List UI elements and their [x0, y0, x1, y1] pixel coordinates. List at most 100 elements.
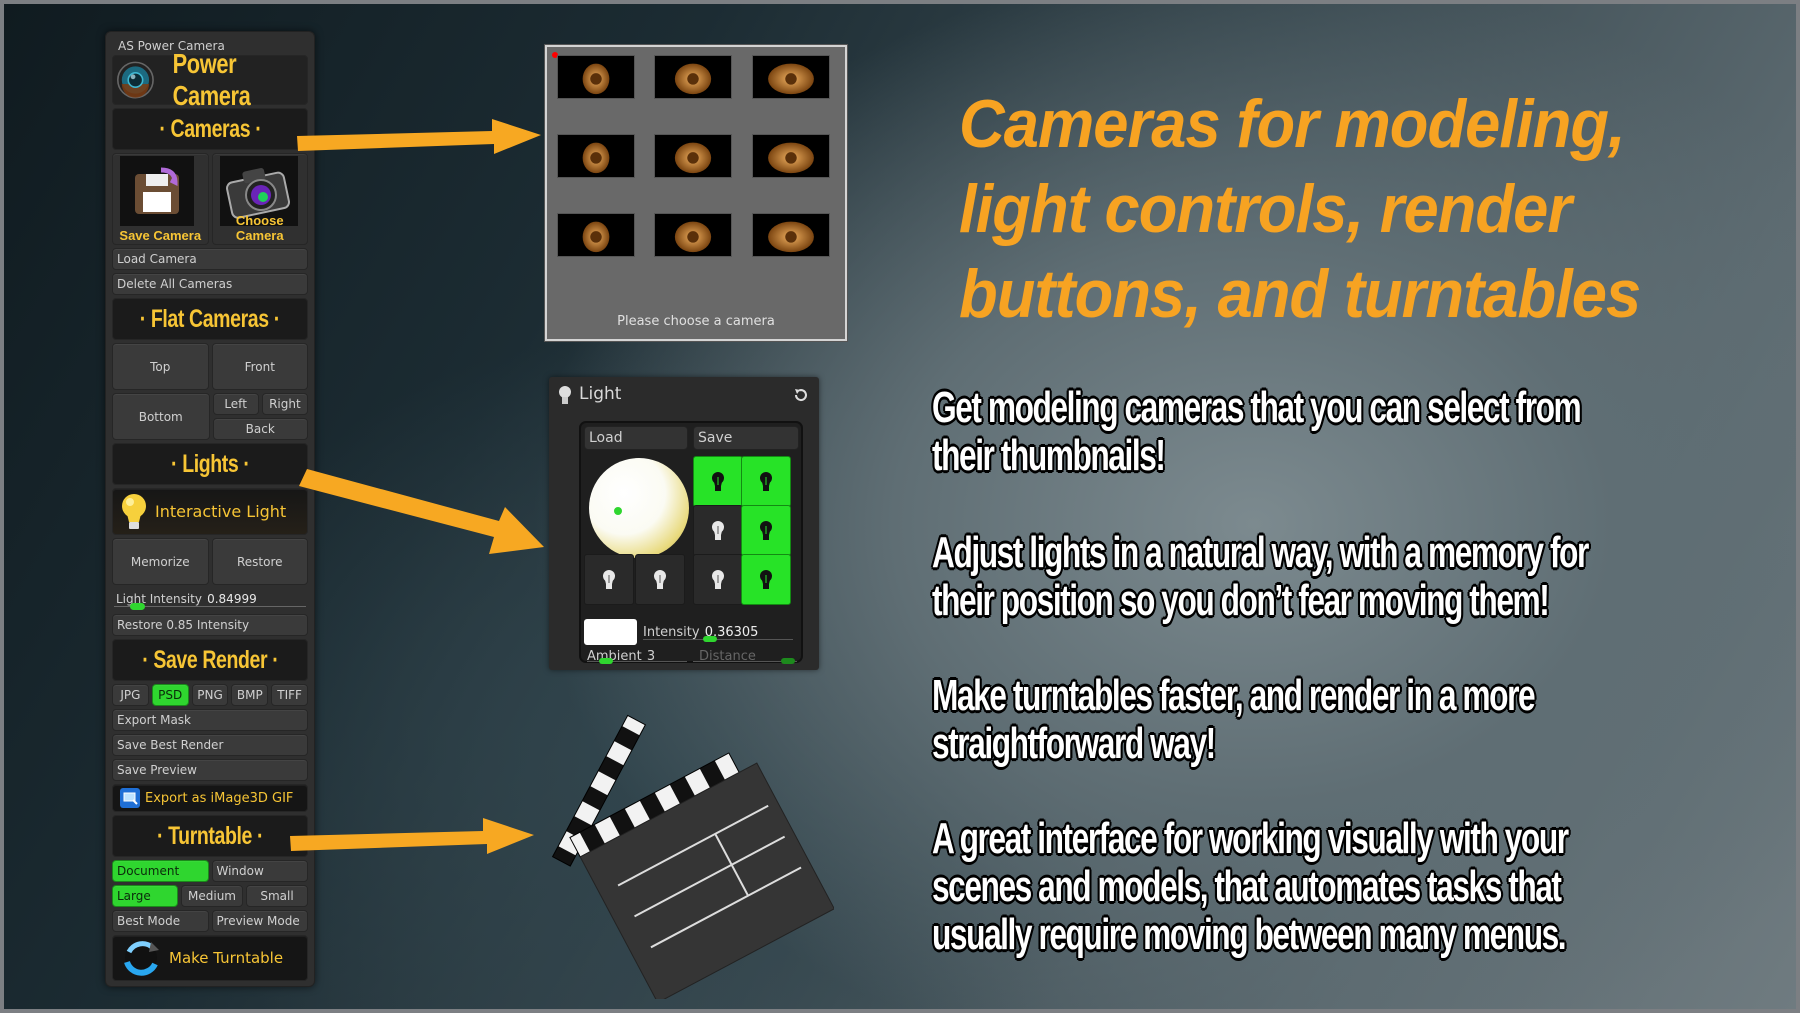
ambient-slider[interactable]: Ambient 3: [587, 645, 687, 665]
front-view-button[interactable]: Front: [211, 343, 308, 390]
lightbulb-icon: [760, 569, 772, 589]
lightbulb-icon: [760, 471, 772, 491]
camera-chooser-dialog: Please choose a camera: [545, 45, 847, 341]
lightbulb-icon: [712, 520, 724, 540]
dslr-camera-icon: [225, 168, 290, 219]
light-bulb-header-icon: [559, 386, 571, 404]
camera-lens-logo-icon: [117, 61, 154, 99]
promo-canvas: AS Power Camera Power Camera · Cameras ·…: [4, 4, 1796, 1009]
camera-thumbnail-train-angled[interactable]: [752, 213, 830, 257]
light-slot-7[interactable]: [693, 554, 743, 605]
light-slot-2[interactable]: [741, 456, 791, 507]
distance-slider[interactable]: Distance: [693, 645, 797, 665]
lightbulb-icon: [712, 569, 724, 589]
chooser-caption: Please choose a camera: [617, 314, 775, 329]
bottom-view-button[interactable]: Bottom: [112, 393, 210, 440]
intensity-knob[interactable]: [703, 636, 717, 642]
interactive-light-button[interactable]: Interactive Light: [112, 488, 308, 535]
light-position-handle[interactable]: [614, 507, 622, 515]
best-mode-button[interactable]: Best Mode: [112, 910, 209, 932]
light-save-button[interactable]: Save: [693, 426, 799, 450]
size-large-button[interactable]: Large: [112, 885, 178, 907]
camera-thumbnail-train-side[interactable]: [557, 213, 635, 257]
light-intensity-label: Light Intensity: [116, 592, 202, 606]
format-bmp-button[interactable]: BMP: [231, 684, 269, 706]
right-view-button[interactable]: Right: [261, 393, 308, 415]
restore-intensity-button[interactable]: Restore 0.85 Intensity: [112, 614, 308, 636]
delete-all-cameras-button[interactable]: Delete All Cameras: [112, 273, 308, 295]
arrow-to-clapperboard-icon: [290, 818, 534, 854]
target-window-button[interactable]: Window: [211, 860, 308, 882]
target-document-button[interactable]: Document: [112, 860, 209, 882]
size-medium-button[interactable]: Medium: [181, 885, 243, 907]
light-panel: Light Load Save Intensity 0.36305 Ambien…: [549, 377, 819, 670]
ambient-knob[interactable]: [599, 658, 613, 664]
save-preview-button[interactable]: Save Preview: [112, 759, 308, 781]
arrow-to-chooser-icon: [297, 119, 541, 154]
arrow-to-light-panel-icon: [299, 469, 544, 554]
feature-paragraph-turntables: Make turntables faster, and render in a …: [932, 671, 1536, 768]
headline: Cameras for modeling, light controls, re…: [959, 86, 1641, 332]
feature-paragraph-lights: Adjust lights in a natural way, with a m…: [932, 528, 1589, 625]
section-cameras: · Cameras ·: [112, 108, 308, 150]
feature-paragraph-cameras: Get modeling cameras that you can select…: [932, 383, 1582, 480]
camera-thumbnail-train-front-left[interactable]: [557, 55, 635, 99]
section-save-render: · Save Render ·: [112, 639, 308, 681]
export-gif-button[interactable]: Export as iMage3D GIF: [112, 784, 308, 812]
camera-thumbnail-train-back[interactable]: [752, 134, 830, 178]
light-load-button[interactable]: Load: [584, 426, 688, 450]
camera-thumbnail-train-boiler[interactable]: [654, 213, 732, 257]
export-mask-button[interactable]: Export Mask: [112, 709, 308, 731]
clapperboard-icon: [551, 714, 834, 999]
light-slot-4[interactable]: [741, 505, 791, 556]
light-slot-1[interactable]: [693, 456, 743, 507]
format-jpg-button[interactable]: JPG: [112, 684, 149, 706]
section-flat-cameras: · Flat Cameras ·: [112, 298, 308, 340]
size-small-button[interactable]: Small: [246, 885, 308, 907]
left-view-button[interactable]: Left: [212, 393, 259, 415]
save-camera-button[interactable]: Save Camera: [112, 153, 209, 245]
load-camera-button[interactable]: Load Camera: [112, 248, 308, 270]
camera-thumbnail-train-bell[interactable]: [654, 134, 732, 178]
back-view-button[interactable]: Back: [212, 418, 308, 440]
intensity-slider[interactable]: Intensity 0.36305: [643, 621, 793, 643]
power-camera-panel: AS Power Camera Power Camera · Cameras ·…: [105, 31, 315, 987]
distance-knob[interactable]: [781, 658, 795, 664]
reset-icon[interactable]: [793, 387, 809, 403]
make-turntable-button[interactable]: Make Turntable: [112, 935, 308, 981]
camera-thumbnail-train-wheels[interactable]: [654, 55, 732, 99]
format-psd-button[interactable]: PSD: [151, 684, 189, 706]
light-controls: Load Save Intensity 0.36305 Ambient 3 Di…: [579, 421, 803, 665]
light-slot-3[interactable]: [693, 505, 743, 556]
restore-button[interactable]: Restore: [211, 538, 308, 585]
light-intensity-value: 0.84999: [207, 592, 257, 606]
choose-camera-button[interactable]: Choose Camera: [211, 153, 308, 245]
save-best-render-button[interactable]: Save Best Render: [112, 734, 308, 756]
turntable-rotate-icon: [124, 941, 159, 976]
floppy-save-icon: [135, 167, 179, 214]
light-panel-title: Light: [579, 384, 622, 404]
image3d-gif-icon: [120, 788, 140, 808]
camera-thumbnail-train-front[interactable]: [752, 55, 830, 99]
lightbulb-icon: [712, 471, 724, 491]
light-intensity-knob[interactable]: [130, 603, 146, 610]
light-slot-6[interactable]: [635, 554, 685, 605]
light-color-swatch[interactable]: [584, 619, 637, 645]
camera-thumbnail-train-grille[interactable]: [557, 134, 635, 178]
section-turntable: · Turntable ·: [112, 815, 308, 857]
format-selector: JPG PSD PNG BMP TIFF: [112, 684, 308, 706]
light-intensity-slider[interactable]: Light Intensity 0.84999: [112, 588, 308, 612]
format-tiff-button[interactable]: TIFF: [271, 684, 308, 706]
top-view-button[interactable]: Top: [112, 343, 209, 390]
preview-mode-button[interactable]: Preview Mode: [211, 910, 308, 932]
light-slot-5[interactable]: [584, 554, 634, 605]
format-png-button[interactable]: PNG: [191, 684, 229, 706]
memorize-button[interactable]: Memorize: [112, 538, 209, 585]
light-sphere-picker[interactable]: [589, 458, 689, 558]
logo-banner: Power Camera: [112, 48, 308, 111]
lightbulb-icon: [760, 520, 772, 540]
feature-paragraph-interface: A great interface for working visually w…: [932, 814, 1569, 959]
light-slot-8[interactable]: [741, 554, 791, 605]
lightbulb-icon: [654, 569, 666, 589]
lightbulb-icon: [122, 493, 146, 529]
